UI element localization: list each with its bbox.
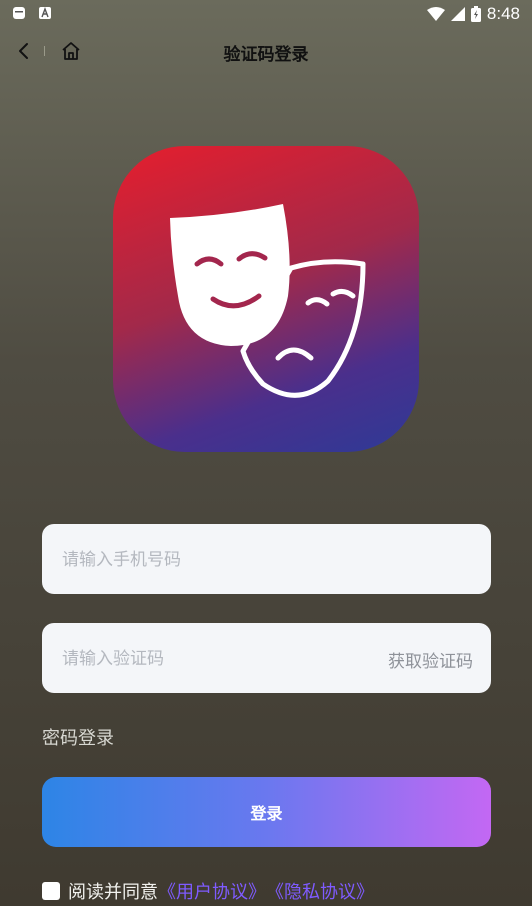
phone-input[interactable] [60,524,364,596]
status-left [12,6,52,20]
code-input[interactable] [60,623,364,695]
get-code-button[interactable]: 获取验证码 [388,647,473,672]
privacy-policy-link[interactable]: 《隐私协议》 [266,878,374,904]
code-field: 获取验证码 [42,623,491,695]
nav-bar: 验证码登录 [0,32,532,70]
agreement-text: 阅读并同意 [68,882,158,903]
notification-icon [13,7,25,19]
wifi-icon [426,7,445,21]
theater-masks-icon [170,204,366,398]
app-a-icon [39,7,51,19]
battery-icon [470,6,481,22]
page-title: 验证码登录 [223,45,309,65]
status-right: 8:48 [426,4,520,24]
app-logo [113,146,419,452]
user-agreement-link[interactable]: 《用户协议》 [158,878,266,904]
agreement-row: 阅读并同意 《用户协议》 《隐私协议》 [42,878,374,904]
phone-field [42,524,491,596]
status-time: 8:48 [486,4,520,23]
password-login-link[interactable]: 密码登录 [42,724,114,750]
login-button[interactable]: 登录 [42,777,491,847]
signal-icon [450,7,465,21]
status-bar: 8:48 [0,0,532,28]
agreement-checkbox[interactable] [42,882,60,900]
